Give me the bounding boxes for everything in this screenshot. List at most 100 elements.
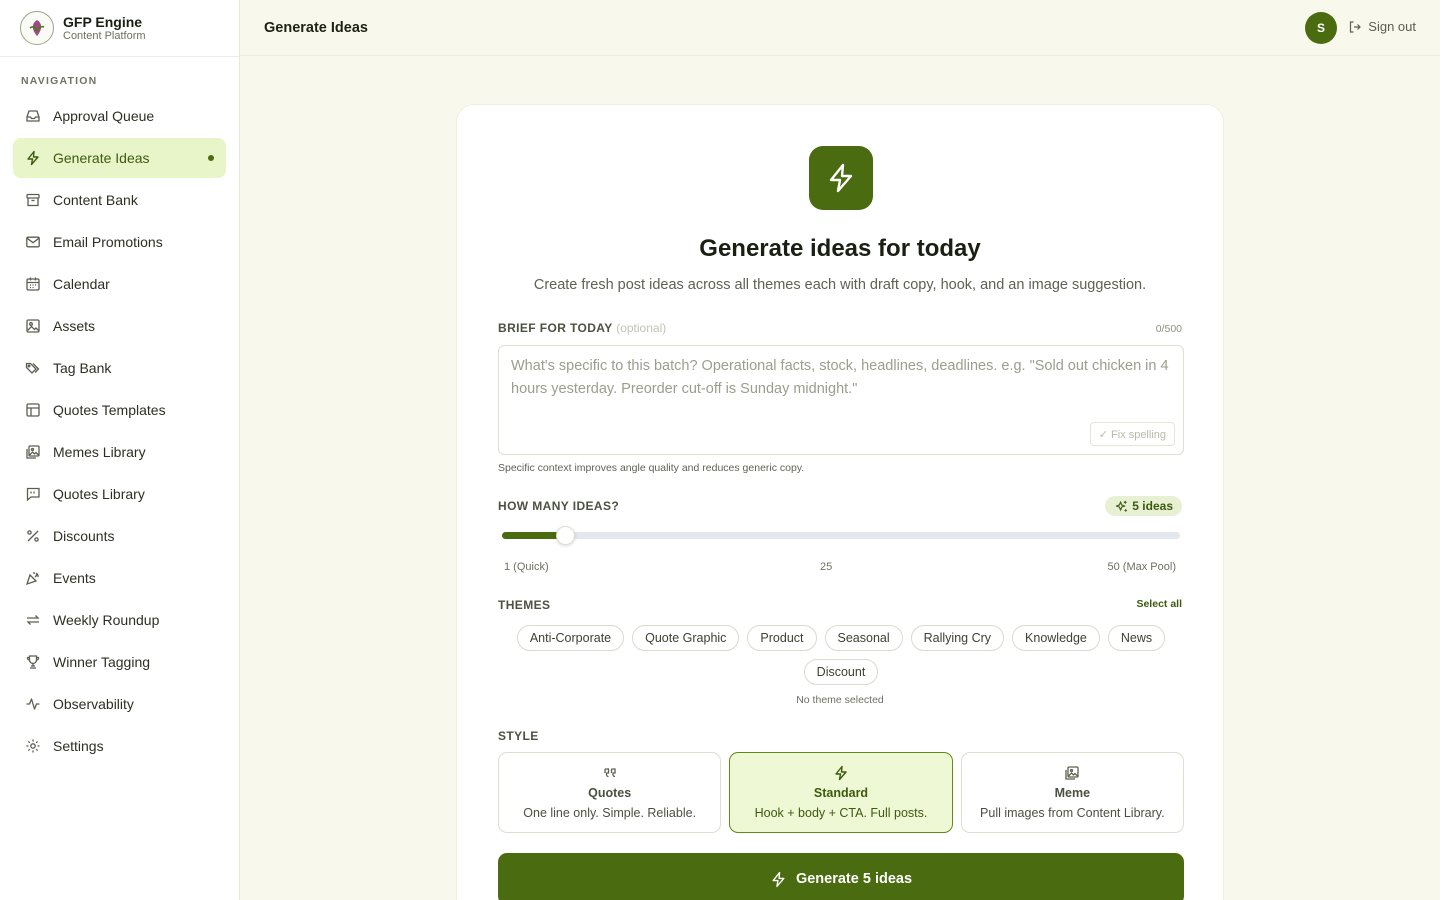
- style-option-desc: Pull images from Content Library.: [980, 806, 1165, 820]
- sidebar-item-label: Calendar: [53, 276, 110, 292]
- sidebar-item-label: Events: [53, 570, 96, 586]
- theme-chip-rallying-cry[interactable]: Rallying Cry: [910, 625, 1005, 651]
- hero-title: Generate ideas for today: [699, 235, 981, 262]
- sidebar-item-label: Generate Ideas: [53, 150, 150, 166]
- brand-subtitle: Content Platform: [63, 29, 146, 42]
- sidebar-item-tag-bank[interactable]: Tag Bank: [13, 348, 226, 388]
- theme-chip-knowledge[interactable]: Knowledge: [1012, 625, 1100, 651]
- brief-placeholder: What's specific to this batch? Operation…: [511, 358, 1169, 397]
- topbar: Generate Ideas: [240, 0, 1440, 56]
- image-icon: [25, 318, 41, 334]
- sidebar-item-discounts[interactable]: Discounts: [13, 516, 226, 556]
- count-badge: 5 ideas: [1105, 496, 1182, 516]
- slider-thumb[interactable]: [556, 526, 576, 545]
- sparkles-icon: [1115, 500, 1128, 513]
- no-theme-note: No theme selected: [796, 694, 884, 706]
- style-options: Quotes One line only. Simple. Reliable. …: [498, 752, 1184, 833]
- style-option-standard[interactable]: Standard Hook + body + CTA. Full posts.: [729, 752, 953, 833]
- theme-chip-discount[interactable]: Discount: [803, 659, 879, 685]
- style-label: STYLE: [498, 729, 539, 743]
- style-option-meme[interactable]: Meme Pull images from Content Library.: [960, 752, 1184, 833]
- brief-optional-text: (optional): [616, 321, 667, 335]
- slider-tick-mid: 25: [820, 561, 833, 573]
- sidebar-nav: Approval Queue Generate Ideas Content Ba…: [0, 96, 239, 766]
- sidebar-item-label: Tag Bank: [53, 360, 112, 376]
- sidebar: GFP Engine Content Platform NAVIGATION A…: [0, 0, 240, 900]
- sidebar-item-label: Content Bank: [53, 192, 138, 208]
- sidebar-item-label: Weekly Roundup: [53, 612, 160, 628]
- sidebar-item-weekly-roundup[interactable]: Weekly Roundup: [13, 600, 226, 640]
- sidebar-item-label: Memes Library: [53, 444, 146, 460]
- sidebar-item-observability[interactable]: Observability: [13, 684, 226, 724]
- lightning-icon: [809, 146, 873, 210]
- nav-heading: NAVIGATION: [21, 75, 98, 87]
- theme-chip-news[interactable]: News: [1107, 625, 1166, 651]
- theme-chips: Anti-Corporate Quote Graphic Product Sea…: [498, 625, 1184, 685]
- generate-ideas-button[interactable]: Generate 5 ideas: [498, 853, 1184, 900]
- count-label: HOW MANY IDEAS?: [498, 499, 620, 513]
- sidebar-item-generate-ideas[interactable]: Generate Ideas: [13, 138, 226, 178]
- sidebar-item-memes-library[interactable]: Memes Library: [13, 432, 226, 472]
- message-quote-icon: [25, 486, 41, 502]
- style-option-name: Meme: [1054, 786, 1091, 800]
- sidebar-item-label: Quotes Templates: [53, 402, 166, 418]
- sign-out-label: Sign out: [1368, 19, 1416, 34]
- generate-button-label: Generate 5 ideas: [795, 871, 913, 887]
- sidebar-item-assets[interactable]: Assets: [13, 306, 226, 346]
- sidebar-item-label: Assets: [53, 318, 96, 334]
- brief-textarea[interactable]: What's specific to this batch? Operation…: [498, 345, 1184, 455]
- lightning-icon: [770, 871, 787, 888]
- brand[interactable]: GFP Engine Content Platform: [0, 0, 239, 57]
- quote-icon: [602, 765, 618, 781]
- sidebar-item-label: Approval Queue: [53, 108, 155, 124]
- sidebar-item-settings[interactable]: Settings: [13, 726, 226, 766]
- images-icon: [1064, 765, 1080, 781]
- sidebar-item-quotes-library[interactable]: Quotes Library: [13, 474, 226, 514]
- brief-label-text: BRIEF FOR TODAY: [498, 321, 613, 335]
- sidebar-item-email-promotions[interactable]: Email Promotions: [13, 222, 226, 262]
- ideas-count-slider[interactable]: [502, 526, 1180, 545]
- avatar[interactable]: S: [1305, 12, 1337, 44]
- calendar-icon: [25, 276, 41, 292]
- gear-icon: [25, 738, 41, 754]
- brief-char-counter: 0/500: [1155, 323, 1182, 335]
- brand-logo-icon: [20, 11, 54, 45]
- percent-icon: [25, 528, 41, 544]
- sidebar-item-content-bank[interactable]: Content Bank: [13, 180, 226, 220]
- inbox-icon: [25, 108, 41, 124]
- brief-label: BRIEF FOR TODAY (optional): [498, 321, 666, 335]
- tags-icon: [25, 360, 41, 376]
- sidebar-item-calendar[interactable]: Calendar: [13, 264, 226, 304]
- sign-out-button[interactable]: Sign out: [1348, 19, 1416, 34]
- page-title: Generate Ideas: [264, 19, 368, 36]
- trophy-icon: [25, 654, 41, 670]
- lightning-icon: [25, 150, 41, 166]
- select-all-themes-link[interactable]: Select all: [1136, 598, 1182, 610]
- hero-subtitle: Create fresh post ideas across all theme…: [533, 277, 1147, 293]
- sidebar-item-events[interactable]: Events: [13, 558, 226, 598]
- theme-chip-anti-corporate[interactable]: Anti-Corporate: [516, 625, 625, 651]
- theme-chip-seasonal[interactable]: Seasonal: [824, 625, 903, 651]
- sidebar-item-label: Quotes Library: [53, 486, 145, 502]
- sidebar-item-quotes-templates[interactable]: Quotes Templates: [13, 390, 226, 430]
- mail-icon: [25, 234, 41, 250]
- sidebar-item-label: Email Promotions: [53, 234, 163, 250]
- brand-name: GFP Engine: [63, 13, 143, 30]
- party-icon: [25, 570, 41, 586]
- style-option-name: Quotes: [588, 786, 632, 800]
- sidebar-item-label: Discounts: [53, 528, 115, 544]
- style-option-desc: One line only. Simple. Reliable.: [523, 806, 697, 820]
- style-option-name: Standard: [813, 786, 869, 800]
- sidebar-item-approval-queue[interactable]: Approval Queue: [13, 96, 226, 136]
- activity-icon: [25, 696, 41, 712]
- theme-chip-product[interactable]: Product: [747, 625, 817, 651]
- fix-spelling-button[interactable]: ✓ Fix spelling: [1089, 422, 1175, 446]
- archive-icon: [25, 192, 41, 208]
- sidebar-item-winner-tagging[interactable]: Winner Tagging: [13, 642, 226, 682]
- layout-icon: [25, 402, 41, 418]
- sidebar-item-label: Winner Tagging: [53, 654, 151, 670]
- style-option-desc: Hook + body + CTA. Full posts.: [754, 806, 928, 820]
- images-icon: [25, 444, 41, 460]
- style-option-quotes[interactable]: Quotes One line only. Simple. Reliable.: [498, 752, 722, 833]
- theme-chip-quote-graphic[interactable]: Quote Graphic: [632, 625, 740, 651]
